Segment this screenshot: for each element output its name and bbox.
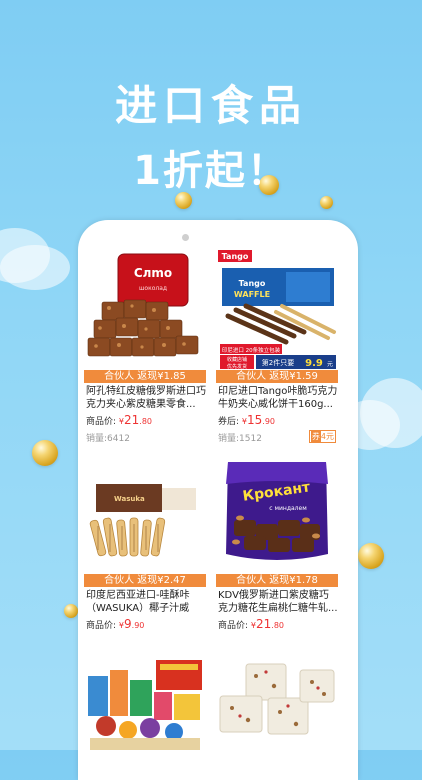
price-row: 商品价: ¥9.90 xyxy=(86,617,144,631)
product-image-text: 优先发货 xyxy=(227,363,247,370)
product-title: 印度尼西亚进口-哇酥咔（WASUKA）椰子汁威化... xyxy=(86,590,190,614)
product-image-text: шоколад xyxy=(139,285,167,292)
product-image-text: Слmo xyxy=(134,266,172,280)
pearl-decoration xyxy=(32,440,58,466)
product-image-text: 印尼进口 20条独立包装 xyxy=(222,346,281,354)
pearl-decoration xyxy=(358,543,384,569)
sales-count: 销量:6412 xyxy=(86,434,130,444)
rebate-badge: 合伙人 返现¥1.85 xyxy=(84,370,206,383)
price-row: 商品价: ¥21.80 xyxy=(86,413,152,427)
product-image xyxy=(84,656,206,750)
product-image-text: WAFFLE xyxy=(234,290,270,299)
product-image-text: 9.9 xyxy=(305,358,323,369)
price-decimal: .80 xyxy=(139,417,153,426)
pearl-decoration xyxy=(64,604,78,618)
product-image-text: с миндалем xyxy=(269,505,306,512)
price-label: 商品价: xyxy=(218,621,249,631)
banner-subtitle: 1折起！ xyxy=(133,148,289,194)
coupon-badge[interactable]: 券 4元 xyxy=(308,430,336,443)
product-image: Слmo шоколад xyxy=(84,250,206,370)
rebate-badge: 合伙人 返现¥1.59 xyxy=(216,370,338,383)
product-image-text: 收藏店铺 xyxy=(227,356,247,363)
phone-speaker xyxy=(182,234,189,241)
product-title: 阿孔特红皮糖俄罗斯进口巧克力夹心紫皮糖果零食... xyxy=(86,386,206,410)
pearl-decoration xyxy=(320,196,333,209)
product-image: Tango Tango WAFFLE 印尼进口 20条独立包装 收藏店铺 优先发… xyxy=(216,250,338,370)
price-value: 21 xyxy=(256,617,272,631)
price-value: 9 xyxy=(124,617,132,631)
rebate-badge: 合伙人 返现¥1.78 xyxy=(216,574,338,587)
product-image-text: 第2件只要 xyxy=(262,358,294,367)
product-image: Wasuka xyxy=(84,454,206,574)
price-value: 21 xyxy=(124,413,140,427)
price-row: 商品价: ¥21.80 xyxy=(218,617,284,631)
price-label: 商品价: xyxy=(86,417,117,427)
rebate-badge: 合伙人 返现¥2.47 xyxy=(84,574,206,587)
product-image-text: Wasuka xyxy=(114,495,145,503)
product-title: KDV俄罗斯进口紫皮糖巧克力糖花生扁桃仁糖牛轧... xyxy=(218,590,338,614)
product-image-text: Tango xyxy=(222,252,249,261)
product-image-text: Tango xyxy=(239,279,266,288)
price-value: 15 xyxy=(247,413,263,427)
product-image-text: 元 xyxy=(327,361,333,368)
product-image: Кpoкaнт с миндалем xyxy=(216,454,338,574)
price-label: 券后: xyxy=(218,417,240,427)
coupon-value: 4元 xyxy=(320,432,334,441)
banner-title: 进口食品 xyxy=(114,81,307,130)
price-row: 券后: ¥15.90 xyxy=(218,413,275,427)
price-label: 商品价: xyxy=(86,621,117,631)
coupon-tag: 券 xyxy=(310,431,321,442)
price-decimal: .90 xyxy=(131,621,145,630)
sales-count: 销量:1512 xyxy=(218,434,262,444)
product-title: 印尼进口Tango咔脆巧克力牛奶夹心威化饼干160g... xyxy=(218,386,338,410)
price-decimal: .80 xyxy=(271,621,285,630)
price-decimal: .90 xyxy=(262,417,276,426)
product-image xyxy=(216,656,338,750)
cloud-decoration xyxy=(0,245,70,290)
